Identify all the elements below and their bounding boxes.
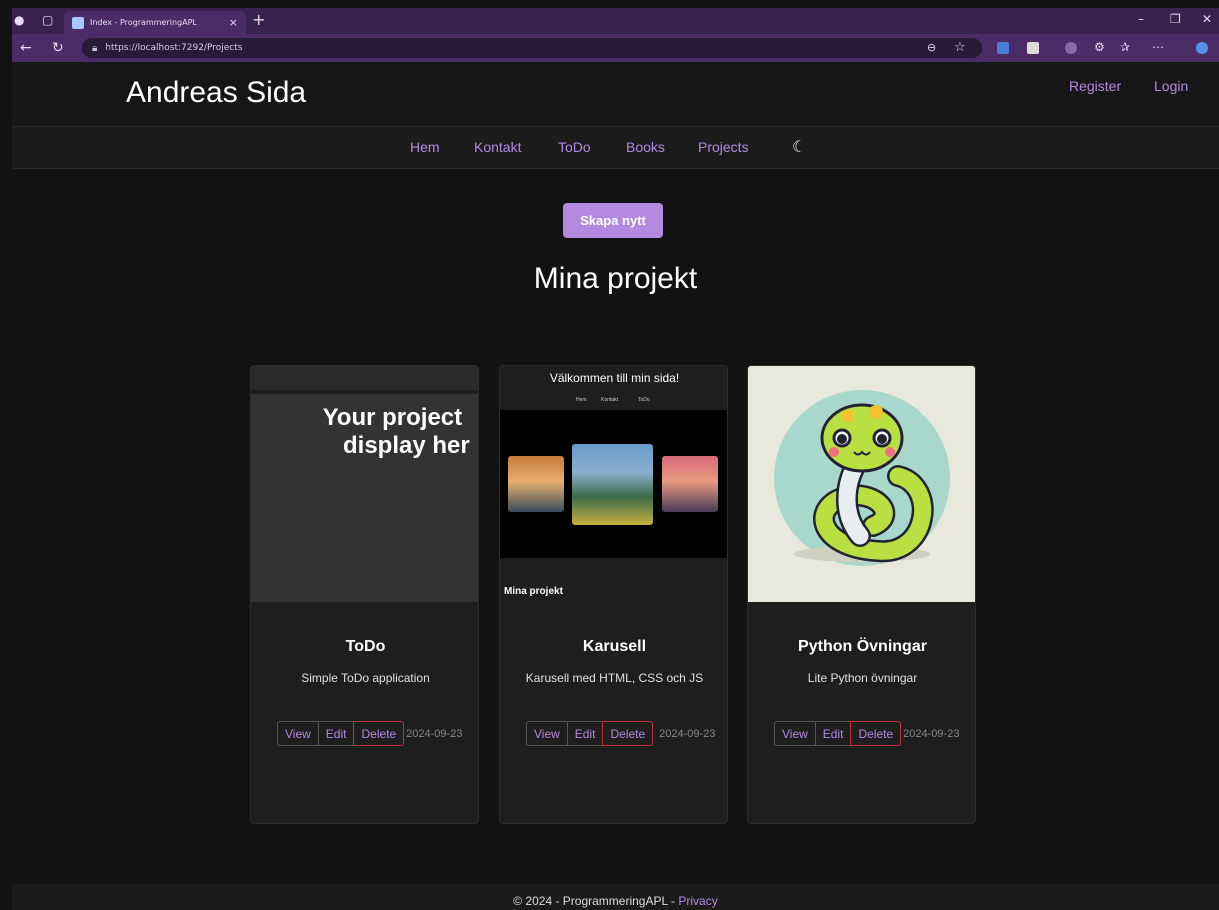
screenshot-subtitle: Mina projekt: [504, 586, 563, 597]
card-date: 2024-09-23: [406, 727, 463, 740]
site-header: Andreas Sida Register Login: [12, 62, 1219, 127]
close-icon[interactable]: ×: [229, 16, 238, 29]
page-icon: [72, 16, 84, 29]
nav-item-projects[interactable]: Projects: [698, 139, 749, 155]
card-title: Karusell: [582, 638, 647, 655]
register-link[interactable]: Register: [1069, 78, 1121, 94]
edit-button[interactable]: Edit: [815, 721, 851, 746]
project-image: Your project display her: [251, 366, 478, 602]
new-tab-icon[interactable]: +: [252, 10, 265, 29]
card-actions: View Edit Delete 2024-09-23: [774, 721, 959, 746]
snake-illustration: [774, 390, 950, 566]
edit-button[interactable]: Edit: [567, 721, 603, 746]
nav-item-hem[interactable]: Hem: [410, 139, 440, 155]
view-button[interactable]: View: [774, 721, 816, 746]
back-icon[interactable]: ←: [20, 40, 32, 56]
extension-icon[interactable]: [1065, 42, 1077, 54]
project-card: Python Övningar Lite Python övningar Vie…: [747, 365, 976, 824]
tab-title: Index - ProgrammeringAPL: [90, 18, 197, 27]
zoom-icon[interactable]: ⊖: [927, 41, 936, 54]
card-description: Simple ToDo application: [301, 671, 430, 685]
project-image: Välkommen till min sida! Hem Kontakt ToD…: [500, 366, 727, 602]
project-card: Your project display her ToDo Simple ToD…: [250, 365, 479, 824]
privacy-link[interactable]: Privacy: [678, 894, 717, 908]
restore-icon[interactable]: ❐: [1170, 12, 1181, 26]
card-description: Karusell med HTML, CSS och JS: [525, 671, 704, 685]
more-icon[interactable]: ⋯: [1152, 40, 1164, 54]
card-title: ToDo: [345, 638, 386, 655]
create-new-button[interactable]: Skapa nytt: [563, 203, 663, 238]
carousel-slide: [662, 456, 718, 512]
lock-icon: 🔒︎: [92, 42, 98, 54]
browser-window: ● ▢ Index - ProgrammeringAPL × + – ❐ ✕ ←…: [12, 8, 1219, 910]
close-window-icon[interactable]: ✕: [1202, 12, 1212, 26]
card-date: 2024-09-23: [903, 727, 960, 740]
main-nav: Hem Kontakt ToDo Books Projects ☾: [12, 127, 1219, 169]
tab-bar: ● ▢ Index - ProgrammeringAPL × + – ❐ ✕: [12, 8, 1219, 34]
edit-button[interactable]: Edit: [318, 721, 354, 746]
delete-button[interactable]: Delete: [602, 721, 654, 746]
tab-actions-icon[interactable]: ▢: [42, 13, 53, 27]
carousel-slide: [572, 444, 653, 525]
address-bar: ← ↻ 🔒︎ https://localhost:7292/Projects ⊖…: [12, 34, 1219, 62]
screenshot-welcome: Välkommen till min sida!: [549, 371, 680, 385]
page-title: Mina projekt: [533, 262, 698, 295]
profile-icon[interactable]: ●: [14, 13, 24, 27]
view-button[interactable]: View: [277, 721, 319, 746]
login-link[interactable]: Login: [1154, 78, 1188, 94]
view-button[interactable]: View: [526, 721, 568, 746]
favorite-icon[interactable]: ☆: [954, 40, 966, 55]
card-actions: View Edit Delete 2024-09-23: [526, 721, 715, 746]
card-title: Python Övningar: [798, 638, 927, 655]
nav-item-kontakt[interactable]: Kontakt: [474, 139, 521, 155]
nav-item-todo[interactable]: ToDo: [558, 139, 591, 155]
project-image: [748, 366, 975, 602]
refresh-icon[interactable]: ↻: [52, 40, 64, 56]
card-actions: View Edit Delete 2024-09-23: [277, 721, 462, 746]
browser-tab[interactable]: Index - ProgrammeringAPL ×: [64, 11, 246, 34]
delete-button[interactable]: Delete: [353, 721, 405, 746]
extensions-icon[interactable]: ⚙: [1094, 40, 1105, 54]
extension-icon[interactable]: [997, 42, 1009, 54]
url-input[interactable]: 🔒︎ https://localhost:7292/Projects: [82, 38, 982, 58]
card-description: Lite Python övningar: [807, 671, 918, 685]
brand-title[interactable]: Andreas Sida: [126, 76, 306, 110]
delete-button[interactable]: Delete: [850, 721, 902, 746]
nav-item-books[interactable]: Books: [626, 139, 665, 155]
moon-icon[interactable]: ☾: [792, 137, 806, 156]
carousel-slide: [508, 456, 564, 512]
site-footer: © 2024 - ProgrammeringAPL - Privacy: [12, 884, 1219, 910]
footer-text: © 2024 - ProgrammeringAPL -: [513, 894, 679, 908]
minimize-icon[interactable]: –: [1138, 12, 1144, 26]
project-card: Välkommen till min sida! Hem Kontakt ToD…: [499, 365, 728, 824]
favorites-icon[interactable]: ✰: [1120, 40, 1130, 54]
url-text: https://localhost:7292/Projects: [105, 43, 243, 53]
copilot-icon[interactable]: [1196, 42, 1208, 54]
card-date: 2024-09-23: [659, 727, 716, 740]
placeholder-text: Your project display her: [322, 404, 470, 459]
extension-icon[interactable]: [1027, 42, 1039, 54]
